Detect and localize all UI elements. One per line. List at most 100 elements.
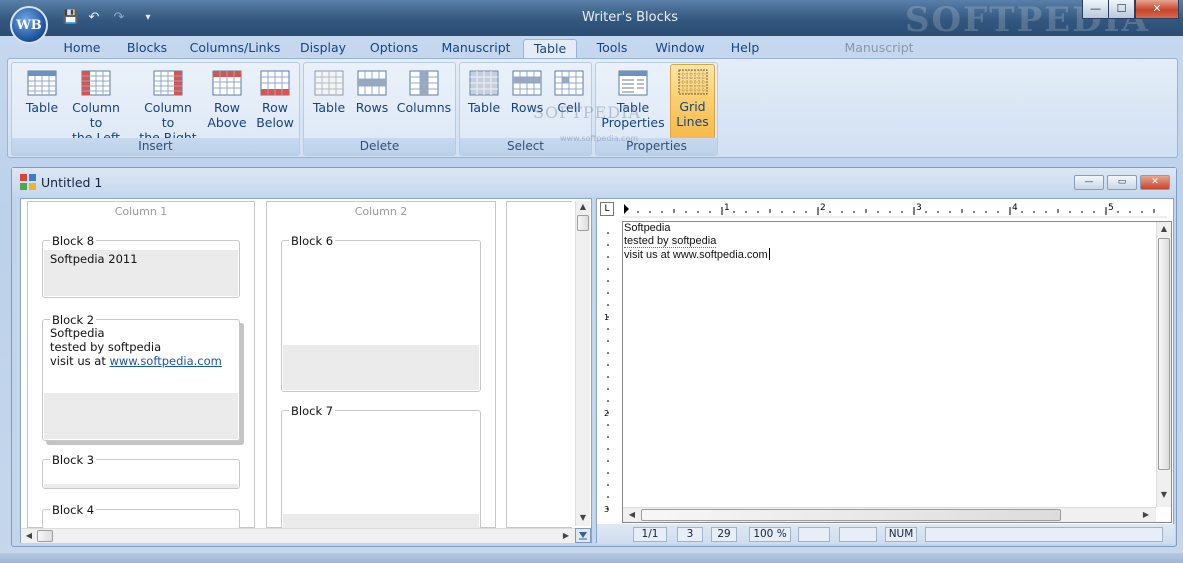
column-2[interactable]: Column 2 Block 6 Block 7 xyxy=(266,201,496,530)
maximize-button[interactable]: ☐ xyxy=(1108,0,1135,19)
block-panel-vertical-scrollbar[interactable]: ▲ ▼ xyxy=(575,201,590,526)
column-right-icon xyxy=(153,70,183,96)
delete-table-icon xyxy=(314,70,344,96)
block-4[interactable]: Block 4 xyxy=(42,503,240,529)
document-minimize-button[interactable]: — xyxy=(1074,175,1104,190)
editor-line-1: Softpedia xyxy=(624,222,671,234)
ribbon-watermark: SOFTPEDIA xyxy=(533,103,641,122)
block-8[interactable]: Block 8 Softpedia 2011 xyxy=(42,234,240,298)
tab-columns-links[interactable]: Columns/Links xyxy=(188,39,282,58)
insert-column-right-button[interactable]: Column to the Right xyxy=(137,66,199,145)
insert-column-left-label-1: Column to xyxy=(72,100,120,130)
ribbon-group-insert: Table Column to the Left Column to the R… xyxy=(11,62,300,156)
manuscript-menu[interactable]: Manuscript Menu xyxy=(826,39,932,73)
editor-vertical-thumb[interactable] xyxy=(1158,238,1170,470)
insert-column-left-button[interactable]: Column to the Left xyxy=(66,66,126,145)
editor-horizontal-thumb[interactable] xyxy=(641,509,1061,521)
horizontal-scroll-thumb[interactable] xyxy=(37,530,53,542)
tab-options[interactable]: Options xyxy=(365,39,423,58)
tab-stop-selector[interactable]: L xyxy=(600,202,614,216)
close-button[interactable]: ✕ xyxy=(1135,0,1179,19)
vertical-ruler: 1 2 3 xyxy=(604,232,609,514)
scroll-down-arrow-icon[interactable]: ▼ xyxy=(576,513,590,522)
tab-manuscript[interactable]: Manuscript xyxy=(440,39,512,58)
block-6[interactable]: Block 6 xyxy=(281,234,481,392)
delete-rows-icon xyxy=(357,70,387,96)
block-2-band xyxy=(44,393,238,439)
status-line: 3 xyxy=(677,527,703,542)
document-icon xyxy=(20,174,36,190)
tab-display[interactable]: Display xyxy=(296,39,350,58)
vertical-scroll-thumb[interactable] xyxy=(577,215,589,231)
ruler-number: 1 xyxy=(724,203,730,213)
ruler-number: 5 xyxy=(1108,203,1114,213)
vruler-number: 2 xyxy=(604,409,609,418)
status-bar: 1/1 3 29 100 % NUM xyxy=(597,524,1175,544)
column-1[interactable]: Column 1 Block 8 Softpedia 2011 Block 2 … xyxy=(27,201,255,529)
editor-horizontal-scrollbar[interactable]: ◀ ▶ xyxy=(623,507,1156,522)
status-num-lock: NUM xyxy=(885,527,917,542)
insert-row-above-button[interactable]: Row Above xyxy=(207,66,247,138)
insert-row-below-button[interactable]: Row Below xyxy=(254,66,296,138)
document-close-button[interactable]: ✕ xyxy=(1140,175,1170,190)
scroll-right-arrow-icon[interactable]: ▶ xyxy=(559,531,573,540)
softpedia-link[interactable]: www.softpedia.com xyxy=(110,354,222,368)
editor-vertical-scrollbar[interactable]: ▲ ▼ xyxy=(1156,222,1171,507)
tab-table[interactable]: Table xyxy=(523,39,577,58)
horizontal-ruler[interactable]: 1 2 3 4 5 xyxy=(622,201,1167,219)
status-page: 1/1 xyxy=(633,527,667,542)
document-window: Untitled 1 — ▭ ✕ Column 1 Block 8 Softpe… xyxy=(11,167,1177,547)
block-3[interactable]: Block 3 xyxy=(42,453,240,489)
tab-home[interactable]: Home xyxy=(58,39,106,58)
block-2-line-1: Softpedia xyxy=(50,326,105,340)
scroll-up-arrow-icon[interactable]: ▲ xyxy=(576,202,590,211)
block-2-link-prefix: visit us at xyxy=(50,354,110,368)
application-menu-button[interactable]: WB xyxy=(10,6,48,44)
tab-tools[interactable]: Tools xyxy=(592,39,632,58)
vruler-number: 1 xyxy=(604,313,609,322)
scroll-left-arrow-icon[interactable]: ◀ xyxy=(22,531,36,540)
insert-row-above-label-1: Row xyxy=(214,100,240,115)
select-table-button[interactable]: Table xyxy=(464,66,504,138)
select-cell-button[interactable]: Cell xyxy=(550,66,588,138)
editor-text-area[interactable]: Softpedia tested by softpedia visit us a… xyxy=(622,221,1172,523)
document-maximize-button[interactable]: ▭ xyxy=(1107,175,1137,190)
minimize-button[interactable]: — xyxy=(1082,0,1109,19)
tab-blocks[interactable]: Blocks xyxy=(122,39,172,58)
tab-window[interactable]: Window xyxy=(652,39,708,58)
table-icon xyxy=(27,70,57,96)
editor-scroll-up-icon[interactable]: ▲ xyxy=(1157,224,1171,233)
block-3-title: Block 3 xyxy=(50,453,97,467)
block-2[interactable]: Block 2 Softpedia tested by softpedia vi… xyxy=(42,313,240,441)
panel-corner-button[interactable] xyxy=(575,528,591,543)
editor-scroll-left-icon[interactable]: ◀ xyxy=(625,510,639,519)
editor-scroll-down-icon[interactable]: ▼ xyxy=(1157,490,1171,499)
editor-scroll-right-icon[interactable]: ▶ xyxy=(1139,510,1153,519)
delete-rows-button[interactable]: Rows xyxy=(352,66,392,138)
tab-help[interactable]: Help xyxy=(727,39,763,58)
ruler-number: 4 xyxy=(1012,203,1018,213)
column-3[interactable] xyxy=(506,201,572,528)
delete-rows-label: Rows xyxy=(355,100,389,115)
block-panel-horizontal-scrollbar[interactable]: ◀ ▶ xyxy=(21,528,575,543)
select-rows-button[interactable]: Rows xyxy=(507,66,547,138)
insert-table-button[interactable]: Table xyxy=(16,66,68,138)
block-4-title: Block 4 xyxy=(50,503,97,517)
delete-table-label: Table xyxy=(312,100,346,115)
grid-lines-button[interactable]: Grid Lines xyxy=(670,64,715,140)
title-bar: SOFTPEDIA 💾 ↶ ↷ ▾ Writer's Blocks — ☐ ✕ xyxy=(0,0,1183,40)
table-properties-button[interactable]: Table Properties xyxy=(599,66,667,138)
delete-table-button[interactable]: Table xyxy=(308,66,350,138)
insert-table-label: Table xyxy=(25,100,59,115)
ruler-number: 3 xyxy=(916,203,922,213)
expand-down-icon xyxy=(579,532,587,540)
block-7[interactable]: Block 7 xyxy=(281,404,481,530)
delete-columns-button[interactable]: Columns xyxy=(396,66,452,138)
status-field-3 xyxy=(925,527,1163,542)
app-window: SOFTPEDIA 💾 ↶ ↷ ▾ Writer's Blocks — ☐ ✕ … xyxy=(0,0,1183,563)
document-title-bar: Untitled 1 — ▭ ✕ xyxy=(12,168,1176,196)
select-cell-icon xyxy=(554,70,584,96)
insert-row-above-label-2: Above xyxy=(207,115,247,130)
insert-column-right-label-1: Column to xyxy=(144,100,192,130)
ribbon-watermark-url: www.softpedia.com xyxy=(560,134,639,143)
